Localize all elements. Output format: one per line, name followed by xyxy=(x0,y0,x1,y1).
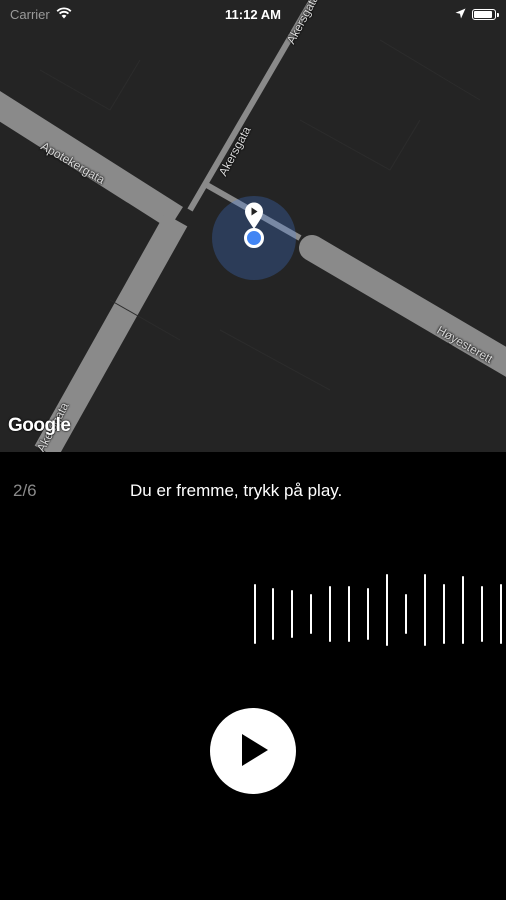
waveform-bar xyxy=(386,574,388,646)
player-panel: 2/6 Du er fremme, trykk på play. xyxy=(0,452,506,900)
waveform-bar xyxy=(291,590,293,638)
road-apotekergata xyxy=(0,90,183,229)
status-right xyxy=(455,7,499,22)
waveform-bar xyxy=(329,586,331,642)
status-left: Carrier xyxy=(10,7,72,22)
waveform-bar xyxy=(424,574,426,646)
waveform-bar xyxy=(500,584,502,644)
waveform-bar xyxy=(367,588,369,640)
current-location xyxy=(212,196,296,280)
map-view[interactable]: Akersgata Akersgata Apotekergata Høyeste… xyxy=(0,0,506,452)
waveform-bar xyxy=(272,588,274,640)
instruction-text: Du er fremme, trykk på play. xyxy=(130,481,343,500)
waveform-bar xyxy=(254,584,256,644)
waveform-bar xyxy=(481,586,483,642)
google-attribution: Google xyxy=(8,415,71,436)
play-button[interactable] xyxy=(210,708,296,794)
wifi-icon xyxy=(56,6,72,22)
status-time: 11:12 AM xyxy=(225,6,281,22)
play-icon xyxy=(236,732,270,771)
battery-icon xyxy=(472,8,499,20)
map-pin-icon[interactable] xyxy=(244,202,264,235)
waveform-bar xyxy=(348,586,350,642)
waveform-bar xyxy=(462,576,464,644)
battery-fill xyxy=(474,10,492,18)
step-progress: 2/6 xyxy=(13,481,37,500)
waveform-bar xyxy=(405,594,407,634)
waveform-bar xyxy=(443,584,445,644)
status-bar: Carrier 11:12 AM xyxy=(0,0,506,28)
location-arrow-icon xyxy=(455,7,466,22)
carrier-label: Carrier xyxy=(10,6,50,22)
audio-waveform xyxy=(0,572,506,646)
waveform-bar xyxy=(310,594,312,634)
